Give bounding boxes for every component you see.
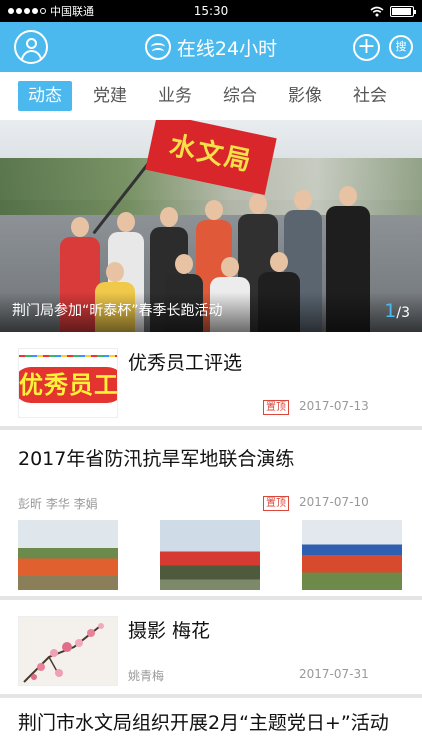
article-item[interactable]: 2017年省防汛抗旱军地联合演练 彭昕 李华 李娟 置顶 2017-07-10 [0,430,422,600]
tab-zonghe[interactable]: 综合 [213,81,267,111]
app-header: 在线24小时 + 搜 [0,22,422,72]
carrier-label: 中国联通 [50,5,94,18]
user-avatar-button[interactable] [14,30,48,64]
pinned-badge: 置顶 [263,496,289,511]
article-title: 优秀员工评选 [128,352,243,374]
search-button[interactable]: 搜 [389,35,413,59]
thumbnail-text: 优秀员工 [19,367,117,403]
article-author: 姚青梅 [128,669,165,683]
article-photo [160,520,260,590]
article-title: 摄影 梅花 [128,620,211,642]
article-authors: 彭昕 李华 李娟 [18,497,98,511]
app-brand: 在线24小时 [144,34,278,61]
article-thumbnail [18,616,118,686]
tab-shehui[interactable]: 社会 [343,81,397,111]
article-date: 2017-07-13 [299,399,369,413]
tab-yingxiang[interactable]: 影像 [278,81,332,111]
article-photo [18,520,118,590]
battery-icon [390,5,416,17]
tab-dongtai[interactable]: 动态 [18,81,72,111]
category-tabs: 动态 党建 业务 综合 影像 社会 [0,72,422,120]
article-title: 荆门市水文局组织开展2月“主题党日+”活动 [18,712,389,734]
add-button[interactable]: + [353,34,380,61]
plum-blossom-icon [23,623,104,683]
article-item[interactable]: 优秀员工 优秀员工评选 置顶 2017-07-13 [0,332,422,430]
signal-icon [8,8,46,14]
status-bar: 中国联通 15:30 [0,0,422,22]
article-photo [302,520,402,590]
article-date: 2017-07-10 [299,495,369,509]
banner-pager: 1/3 [384,300,410,322]
banner-carousel[interactable]: 水文局 荆门局参加“昕泰杯”春季长跑活动 1/3 [0,120,422,332]
article-thumbnail: 优秀员工 [18,348,118,418]
article-item[interactable]: 荆门市水文局组织开展2月“主题党日+”活动 [0,698,422,750]
banner-caption: 荆门局参加“昕泰杯”春季长跑活动 [12,303,223,319]
tab-yewu[interactable]: 业务 [148,81,202,111]
tab-dangjian[interactable]: 党建 [83,81,137,111]
article-title: 2017年省防汛抗旱军地联合演练 [18,448,295,470]
logo-icon [144,34,171,60]
article-date: 2017-07-31 [299,667,369,681]
app-title: 在线24小时 [176,37,278,60]
pinned-badge: 置顶 [263,400,289,415]
article-item[interactable]: 摄影 梅花 姚青梅 2017-07-31 [0,600,422,698]
wifi-icon [370,6,384,16]
